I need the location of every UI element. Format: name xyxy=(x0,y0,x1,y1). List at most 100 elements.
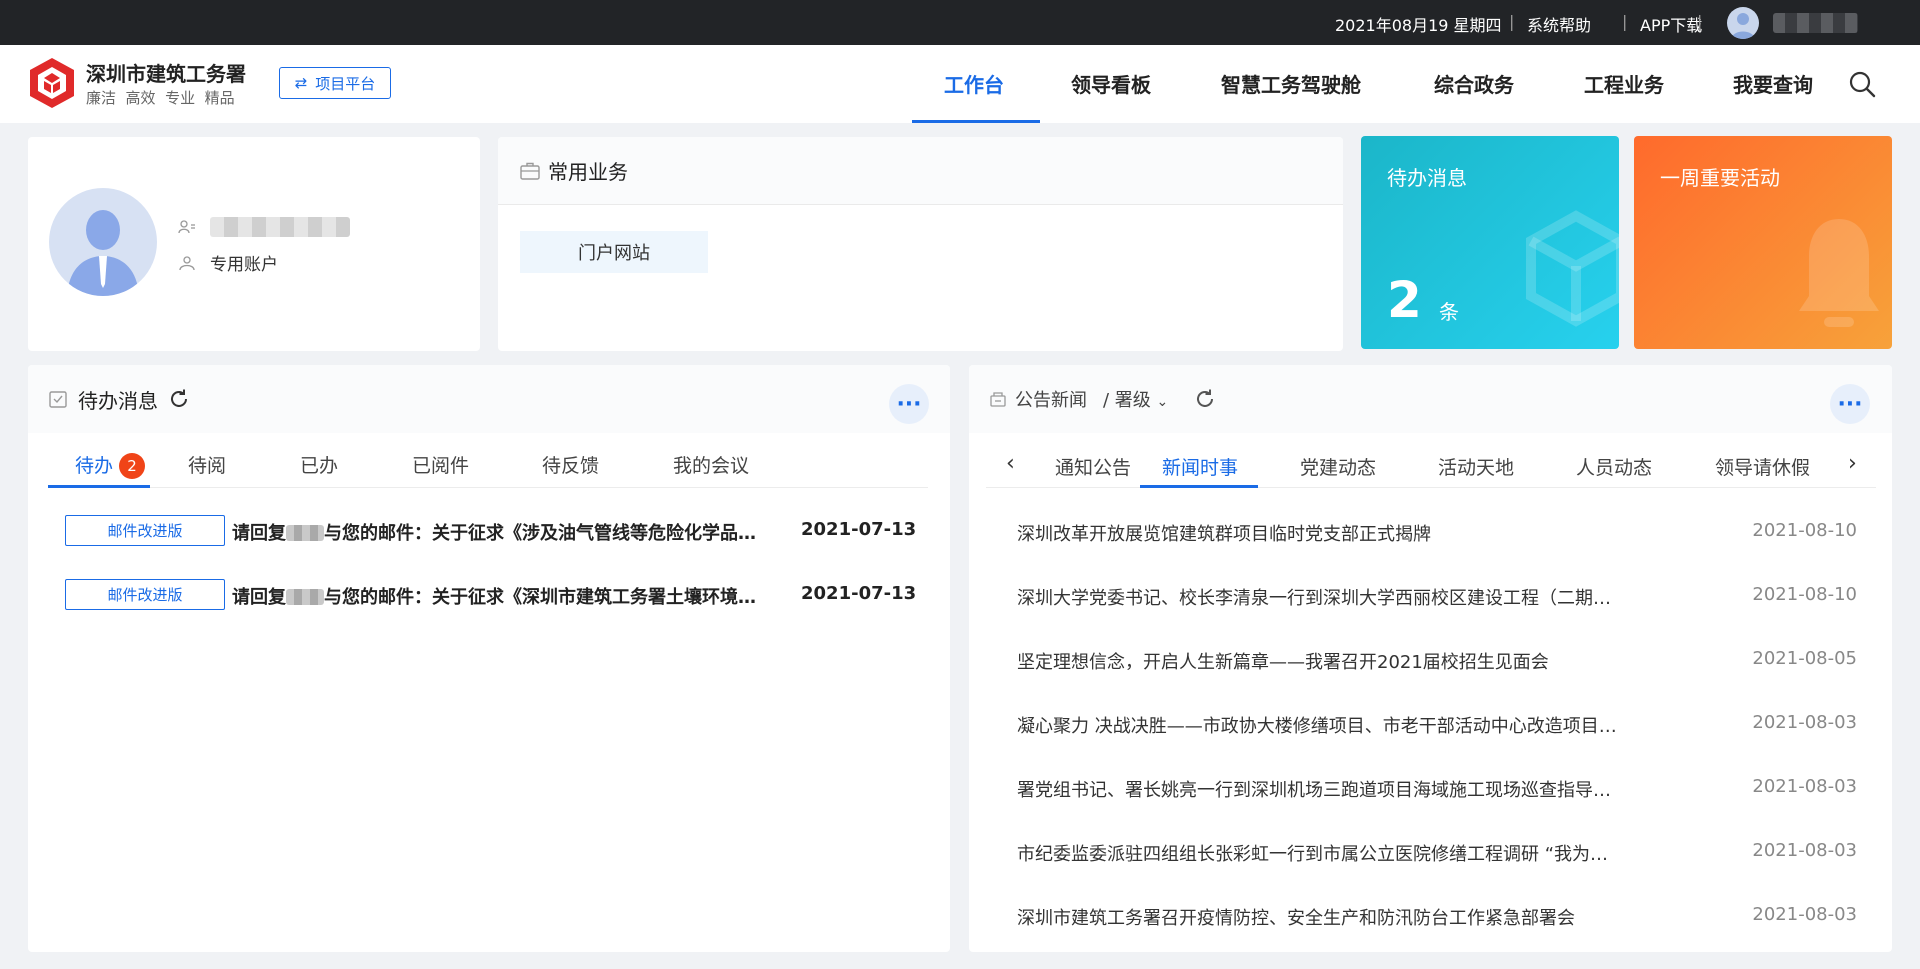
more-button[interactable]: ··· xyxy=(1830,384,1870,424)
tab-my-meetings[interactable]: 我的会议 xyxy=(673,451,749,478)
nav-smart-cockpit[interactable]: 智慧工务驾驶舱 xyxy=(1221,69,1361,98)
tab-activities[interactable]: 活动天地 xyxy=(1438,453,1514,480)
user-avatar[interactable] xyxy=(1727,7,1759,39)
profile-card: 专用账户 xyxy=(28,137,480,351)
active-tab-indicator xyxy=(48,485,150,488)
more-button[interactable]: ··· xyxy=(889,384,929,424)
news-title[interactable]: 深圳市建筑工务署召开疫情防控、安全生产和防汛防台工作紧急部署会 xyxy=(1017,904,1617,930)
briefcase-icon xyxy=(520,162,540,180)
announcement-icon xyxy=(990,392,1006,407)
common-business-header: 常用业务 xyxy=(498,137,1343,205)
level-label: / 署级 xyxy=(1103,390,1151,411)
news-item[interactable]: 署党组书记、署长姚亮一行到深圳机场三跑道项目海域施工现场巡查指导… 2021-08… xyxy=(1017,774,1857,804)
nav-leader-board[interactable]: 领导看板 xyxy=(1071,69,1151,98)
chevron-down-icon: ⌄ xyxy=(1156,394,1169,410)
news-item[interactable]: 深圳改革开放展览馆建筑群项目临时党支部正式揭牌 2021-08-10 xyxy=(1017,518,1857,548)
project-platform-button[interactable]: ⇄ 项目平台 xyxy=(279,67,391,99)
chevron-left-icon[interactable]: ‹ xyxy=(1006,451,1015,476)
separator: | xyxy=(1622,12,1628,31)
level-dropdown[interactable]: / 署级 ⌄ xyxy=(1103,386,1168,412)
tab-party-building[interactable]: 党建动态 xyxy=(1300,453,1376,480)
todo-title[interactable]: 请回复 与您的邮件：关于征求《涉及油气管线等危险化学品管道工程… xyxy=(232,519,772,545)
redacted-name xyxy=(286,525,324,541)
chevron-right-icon[interactable]: › xyxy=(1848,451,1857,476)
search-icon[interactable] xyxy=(1847,69,1877,99)
todo-panel: 待办消息 ··· 待办 2 待阅 已办 已阅件 待反馈 我的会议 邮件改进版 请回… xyxy=(28,365,950,952)
user-name-redacted[interactable] xyxy=(1773,13,1858,33)
todo-panel-title: 待办消息 xyxy=(78,388,158,413)
week-tile-title: 一周重要活动 xyxy=(1660,166,1780,190)
news-title[interactable]: 市纪委监委派驻四组组长张彩虹一行到市属公立医院修缮工程调研 “我为… xyxy=(1017,840,1617,866)
news-title[interactable]: 凝心聚力 决战决胜——市政协大楼修缮项目、市老干部活动中心改造项目… xyxy=(1017,712,1617,738)
checklist-icon xyxy=(49,391,67,408)
todo-tile-title: 待办消息 xyxy=(1387,166,1467,190)
user-card-icon xyxy=(178,220,195,234)
news-title[interactable]: 坚定理想信念，开启人生新篇章——我署召开2021届校招生见面会 xyxy=(1017,648,1617,674)
news-item[interactable]: 市纪委监委派驻四组组长张彩虹一行到市属公立医院修缮工程调研 “我为… 2021-0… xyxy=(1017,838,1857,868)
todo-count-unit: 条 xyxy=(1439,300,1459,324)
todo-row[interactable]: 邮件改进版 请回复 与您的邮件：关于征求《深圳市建筑工务署土壤环境保护管理… 20… xyxy=(65,579,925,611)
separator: | xyxy=(1509,12,1515,31)
tab-leader-leave[interactable]: 领导请休假 xyxy=(1715,453,1817,480)
nav-workbench[interactable]: 工作台 xyxy=(944,69,1004,98)
org-slogan: 廉洁 高效 专业 精品 xyxy=(86,89,235,107)
tab-pending-feedback[interactable]: 待反馈 xyxy=(542,451,599,478)
nav-query[interactable]: 我要查询 xyxy=(1733,69,1813,98)
project-platform-label: 项目平台 xyxy=(315,74,376,93)
todo-prefix: 请回复 xyxy=(232,523,286,544)
weekly-activities-tile[interactable]: 一周重要活动 xyxy=(1634,136,1892,349)
news-date: 2021-08-10 xyxy=(1752,584,1857,605)
main-header: 深圳市建筑工务署 廉洁 高效 专业 精品 ⇄ 项目平台 工作台 领导看板 智慧工… xyxy=(0,45,1920,123)
tab-read[interactable]: 已阅件 xyxy=(412,451,469,478)
separator: | xyxy=(1697,12,1703,31)
profile-avatar xyxy=(49,188,157,296)
refresh-icon[interactable] xyxy=(168,388,190,410)
account-icon xyxy=(179,255,195,270)
news-item[interactable]: 深圳大学党委书记、校长李清泉一行到深圳大学西丽校区建设工程（二期）… 2021-0… xyxy=(1017,582,1857,612)
user-name-row xyxy=(178,217,350,237)
active-tab-indicator xyxy=(1140,485,1258,488)
todo-title[interactable]: 请回复 与您的邮件：关于征求《深圳市建筑工务署土壤环境保护管理… xyxy=(232,583,772,609)
common-business-card: 常用业务 门户网站 xyxy=(498,137,1343,351)
system-help-link[interactable]: 系统帮助 xyxy=(1527,12,1591,36)
top-bar: 2021年08月19 星期四 | 系统帮助 | APP下载 | xyxy=(0,0,1920,45)
switch-icon: ⇄ xyxy=(294,74,308,92)
tab-notices[interactable]: 通知公告 xyxy=(1055,453,1131,480)
cube-icon xyxy=(1526,210,1619,327)
todo-prefix: 请回复 xyxy=(232,587,286,608)
news-date: 2021-08-03 xyxy=(1752,840,1857,861)
news-date: 2021-08-10 xyxy=(1752,520,1857,541)
nav-government-affairs[interactable]: 综合政务 xyxy=(1434,69,1514,98)
tab-personnel[interactable]: 人员动态 xyxy=(1576,453,1652,480)
refresh-icon[interactable] xyxy=(1194,388,1216,410)
news-item[interactable]: 坚定理想信念，开启人生新篇章——我署召开2021届校招生见面会 2021-08-0… xyxy=(1017,646,1857,676)
news-title[interactable]: 深圳大学党委书记、校长李清泉一行到深圳大学西丽校区建设工程（二期）… xyxy=(1017,584,1617,610)
tab-todo-label: 待办 xyxy=(75,455,114,477)
news-date: 2021-08-03 xyxy=(1752,904,1857,925)
tab-done[interactable]: 已办 xyxy=(300,451,338,478)
account-type: 专用账户 xyxy=(210,255,278,275)
mail-tag[interactable]: 邮件改进版 xyxy=(65,515,225,546)
app-download-link[interactable]: APP下载 xyxy=(1640,12,1702,36)
todo-row[interactable]: 邮件改进版 请回复 与您的邮件：关于征求《涉及油气管线等危险化学品管道工程… 20… xyxy=(65,515,925,547)
nav-engineering[interactable]: 工程业务 xyxy=(1584,69,1664,98)
news-title[interactable]: 署党组书记、署长姚亮一行到深圳机场三跑道项目海域施工现场巡查指导… xyxy=(1017,776,1617,802)
org-logo xyxy=(30,58,74,108)
current-date: 2021年08月19 星期四 xyxy=(1335,16,1502,35)
news-title[interactable]: 深圳改革开放展览馆建筑群项目临时党支部正式揭牌 xyxy=(1017,520,1617,546)
news-panel-header: 公告新闻 / 署级 ⌄ ··· xyxy=(969,365,1892,433)
todo-message-tile[interactable]: 待办消息 2 条 xyxy=(1361,136,1619,349)
news-item[interactable]: 凝心聚力 决战决胜——市政协大楼修缮项目、市老干部活动中心改造项目… 2021-0… xyxy=(1017,710,1857,740)
portal-website-shortcut[interactable]: 门户网站 xyxy=(520,231,708,273)
todo-date: 2021-07-13 xyxy=(801,583,917,604)
redacted-name xyxy=(286,589,324,605)
mail-tag[interactable]: 邮件改进版 xyxy=(65,579,225,610)
tab-to-read[interactable]: 待阅 xyxy=(188,451,226,478)
news-date: 2021-08-03 xyxy=(1752,712,1857,733)
news-date: 2021-08-03 xyxy=(1752,776,1857,797)
account-type-row: 专用账户 xyxy=(178,250,278,275)
tab-todo[interactable]: 待办 2 xyxy=(75,451,146,479)
news-item[interactable]: 深圳市建筑工务署召开疫情防控、安全生产和防汛防台工作紧急部署会 2021-08-0… xyxy=(1017,902,1857,932)
todo-date: 2021-07-13 xyxy=(801,519,917,540)
tab-news[interactable]: 新闻时事 xyxy=(1162,453,1238,480)
